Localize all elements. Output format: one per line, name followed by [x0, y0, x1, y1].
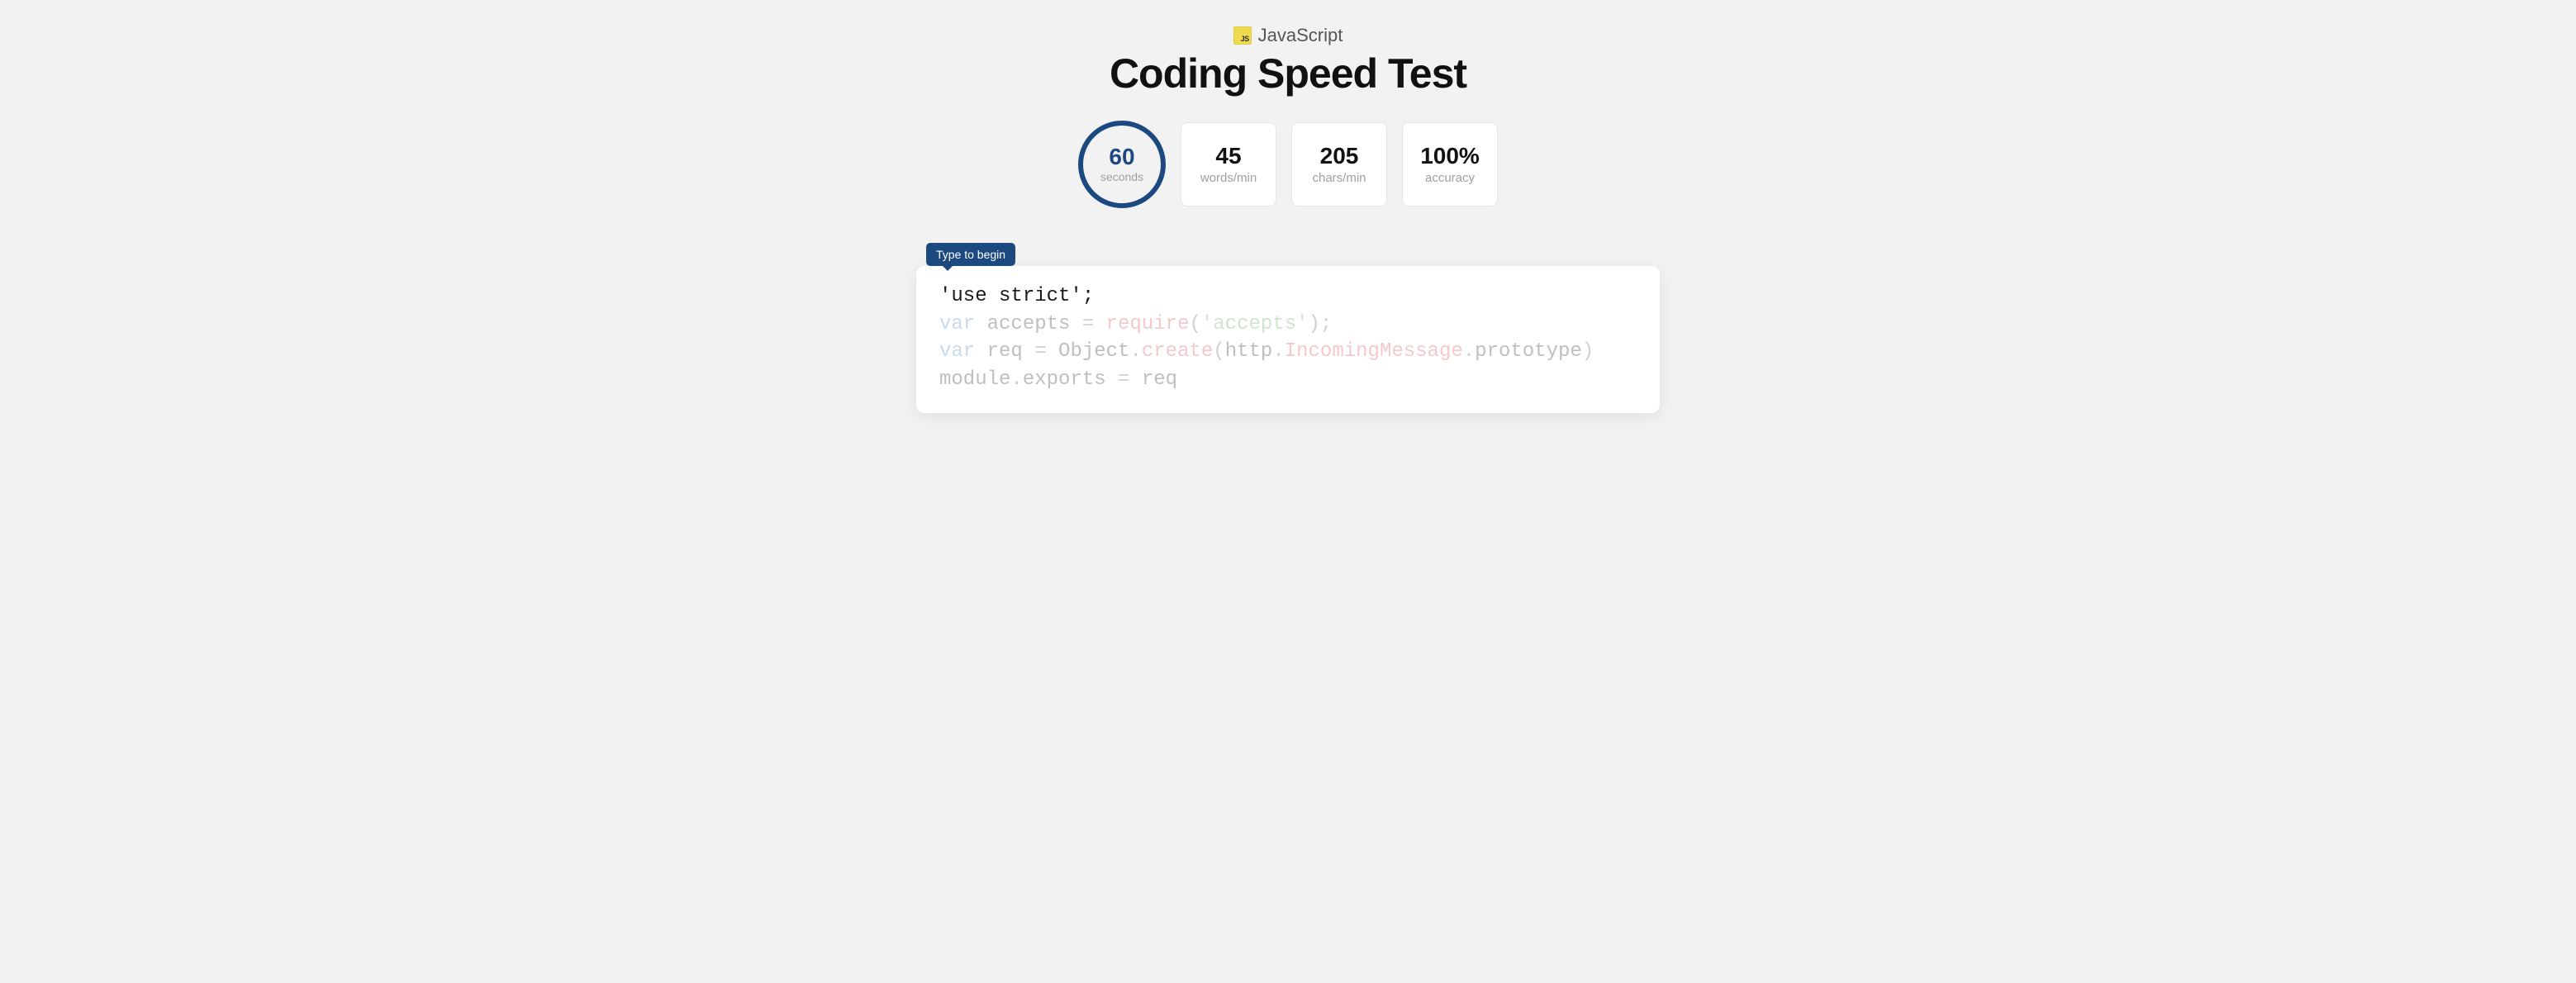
stat-wpm-label: words/min	[1200, 171, 1257, 185]
code-token: http	[1225, 340, 1273, 363]
code-token: (	[1189, 313, 1200, 335]
stat-wpm: 45 words/min	[1181, 122, 1276, 207]
code-area: Type to begin 'use strict'; var accepts …	[916, 266, 1660, 413]
code-token: .	[1129, 340, 1141, 363]
code-token: IncomingMessage	[1285, 340, 1463, 363]
code-token: =	[1082, 313, 1094, 335]
code-line-current: 'use strict';	[939, 285, 1094, 307]
timer-circle: 60 seconds	[1078, 121, 1166, 208]
stat-accuracy-value: 100%	[1420, 145, 1480, 168]
code-token: ;	[1320, 313, 1332, 335]
javascript-icon: JS	[1233, 26, 1252, 45]
code-token: .	[1010, 368, 1022, 391]
code-token: )	[1309, 313, 1320, 335]
language-label: JavaScript	[1258, 25, 1343, 46]
code-token: (	[1213, 340, 1224, 363]
js-badge-text: JS	[1241, 35, 1249, 43]
typing-input[interactable]: 'use strict'; var accepts = require('acc…	[916, 266, 1660, 413]
timer-value: 60	[1109, 145, 1134, 169]
code-token: req	[975, 340, 1034, 363]
tooltip-type-to-begin: Type to begin	[926, 243, 1015, 266]
stat-cpm-value: 205	[1320, 145, 1359, 168]
timer-label: seconds	[1100, 170, 1143, 183]
stat-wpm-value: 45	[1215, 145, 1241, 168]
stat-accuracy-label: accuracy	[1425, 171, 1475, 185]
language-row: JS JavaScript	[1110, 25, 1466, 46]
code-token: req	[1129, 368, 1177, 391]
stat-cpm-label: chars/min	[1312, 171, 1366, 185]
page-title: Coding Speed Test	[1110, 50, 1466, 97]
stat-cpm: 205 chars/min	[1291, 122, 1387, 207]
stats-row: 60 seconds 45 words/min 205 chars/min 10…	[1078, 121, 1498, 208]
code-token: .	[1463, 340, 1475, 363]
code-token: create	[1142, 340, 1213, 363]
code-token: )	[1582, 340, 1594, 363]
code-token: module	[939, 368, 1010, 391]
code-token: accepts	[975, 313, 1082, 335]
code-token: require	[1094, 313, 1189, 335]
code-token: 'accepts'	[1201, 313, 1309, 335]
code-token: Object	[1047, 340, 1130, 363]
header: JS JavaScript Coding Speed Test	[1110, 25, 1466, 121]
code-token: =	[1118, 368, 1129, 391]
stat-accuracy: 100% accuracy	[1402, 122, 1498, 207]
code-token: var	[939, 313, 975, 335]
code-token: prototype	[1475, 340, 1582, 363]
code-token: =	[1034, 340, 1046, 363]
code-token: exports	[1023, 368, 1118, 391]
code-token: .	[1272, 340, 1284, 363]
code-token: var	[939, 340, 975, 363]
